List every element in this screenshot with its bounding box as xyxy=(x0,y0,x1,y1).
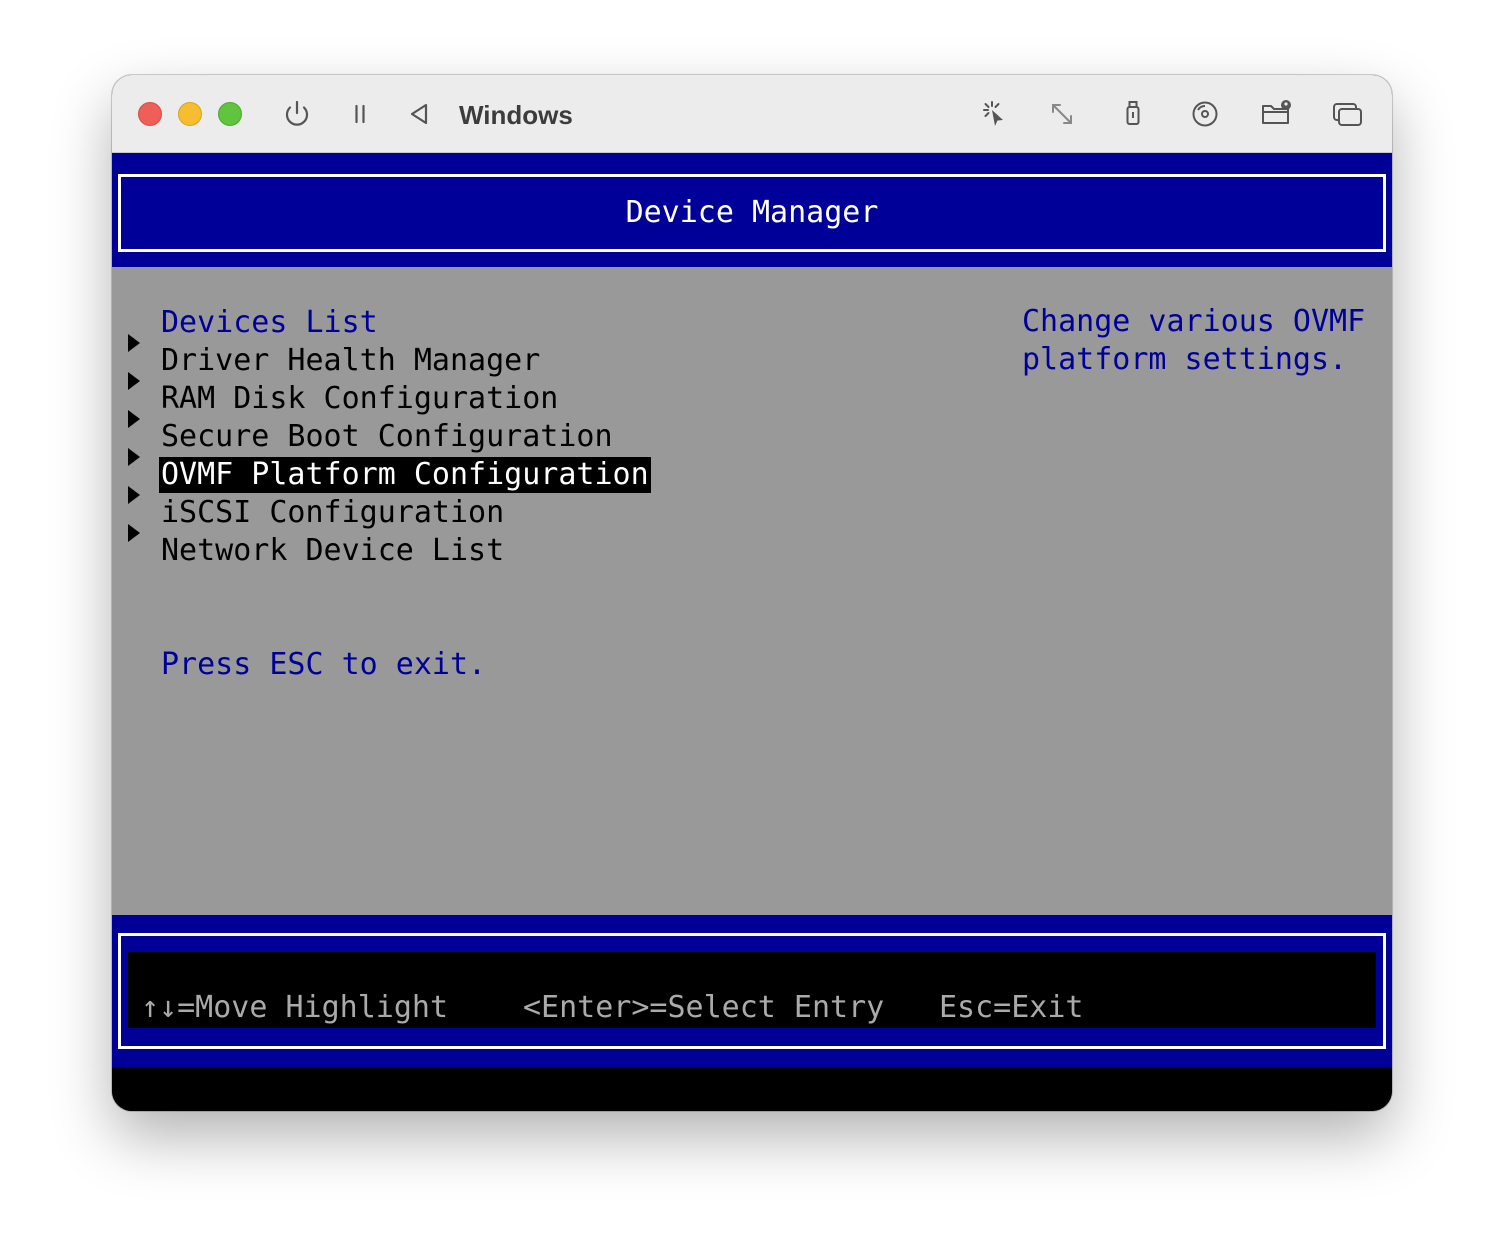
esc-exit-hint: Esc=Exit xyxy=(939,990,1084,1025)
power-icon[interactable] xyxy=(279,96,315,132)
exit-hint: Press ESC to exit. xyxy=(161,647,487,682)
submenu-arrow-icon xyxy=(128,334,140,352)
close-window-button[interactable] xyxy=(138,102,162,126)
key-hints-bar: ↑↓=Move Highlight <Enter>=Select Entry E… xyxy=(128,952,1376,1028)
submenu-arrow-icon xyxy=(128,524,140,542)
zoom-window-button[interactable] xyxy=(218,102,242,126)
select-entry-hint: <Enter>=Select Entry xyxy=(523,990,885,1025)
submenu-arrow-icon xyxy=(128,486,140,504)
help-text: Change various OVMF platform settings. xyxy=(1022,304,1366,377)
menu-item-secure-boot[interactable]: Secure Boot Configuration xyxy=(159,419,615,455)
move-highlight-hint: ↑↓=Move Highlight xyxy=(141,990,449,1025)
windows-icon[interactable] xyxy=(1329,96,1365,132)
back-icon[interactable] xyxy=(401,96,437,132)
menu-item-ovmf-platform[interactable]: OVMF Platform Configuration xyxy=(159,457,651,493)
pause-icon[interactable] xyxy=(342,96,378,132)
firmware-body: Devices List Driver Health Manager RAM D… xyxy=(112,267,1392,915)
cursor-capture-icon[interactable] xyxy=(976,96,1012,132)
firmware-footer: ↑↓=Move Highlight <Enter>=Select Entry E… xyxy=(112,915,1392,1067)
submenu-arrow-icon xyxy=(128,372,140,390)
menu-item-driver-health[interactable]: Driver Health Manager xyxy=(159,343,542,379)
window-title: Windows xyxy=(459,100,573,130)
header-frame: Device Manager xyxy=(118,174,1386,252)
vm-window: Windows Device Manager Devices List Driv… xyxy=(112,75,1392,1111)
minimize-window-button[interactable] xyxy=(178,102,202,126)
firmware-header: Device Manager xyxy=(112,153,1392,267)
footer-frame: ↑↓=Move Highlight <Enter>=Select Entry E… xyxy=(118,933,1386,1049)
menu-item-iscsi[interactable]: iSCSI Configuration xyxy=(159,495,506,531)
vm-display[interactable]: Device Manager Devices List Driver Healt… xyxy=(112,153,1392,1111)
shared-folder-icon[interactable] xyxy=(1258,96,1294,132)
disc-icon[interactable] xyxy=(1187,96,1223,132)
menu-item-ram-disk[interactable]: RAM Disk Configuration xyxy=(159,381,560,417)
section-title: Devices List xyxy=(161,305,378,340)
submenu-arrow-icon xyxy=(128,448,140,466)
submenu-arrow-icon xyxy=(128,410,140,428)
usb-icon[interactable] xyxy=(1115,96,1151,132)
page-title: Device Manager xyxy=(625,195,879,230)
title-bar: Windows xyxy=(112,75,1392,153)
resize-icon[interactable] xyxy=(1044,96,1080,132)
menu-item-network-device-list[interactable]: Network Device List xyxy=(159,533,506,569)
